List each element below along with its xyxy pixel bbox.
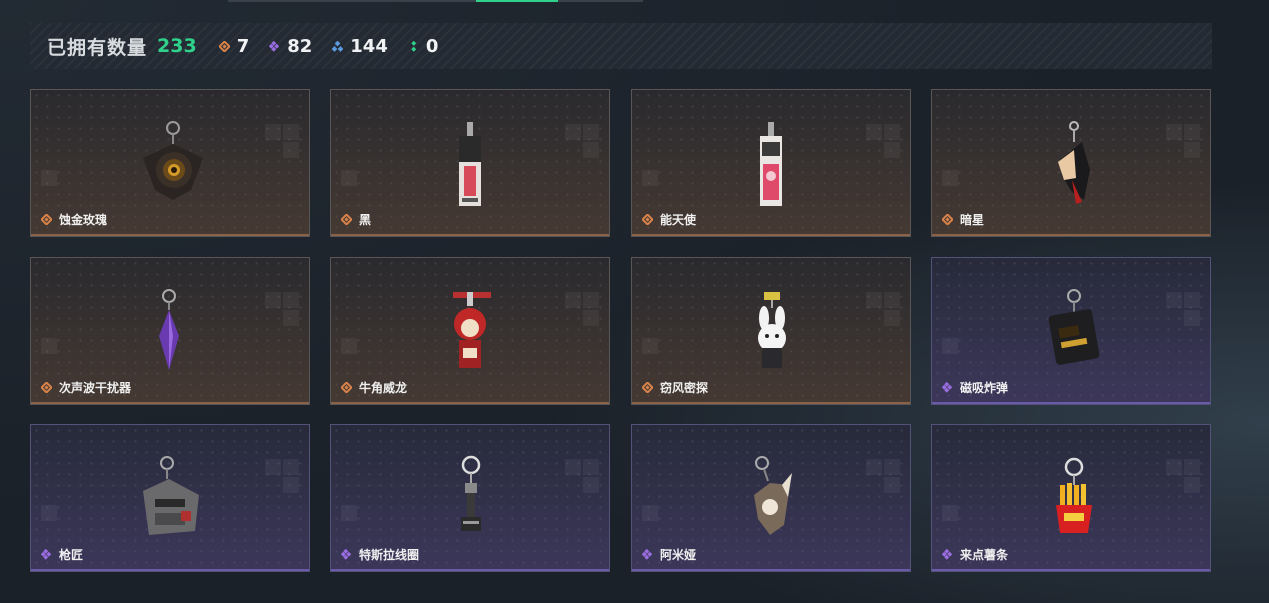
orange-diamond-icon xyxy=(341,382,352,393)
item-card[interactable]: 来点薯条 xyxy=(931,424,1211,572)
orange-diamond-icon xyxy=(642,214,653,225)
stat-green: 0 xyxy=(408,35,439,57)
item-name: 枪匠 xyxy=(59,548,84,562)
item-label: 黑 xyxy=(341,211,371,228)
red-tag-charm-icon xyxy=(760,122,782,206)
item-name: 磁吸炸弹 xyxy=(960,381,1009,395)
item-card[interactable]: 蚀金玫瑰 xyxy=(30,89,310,237)
item-label: 来点薯条 xyxy=(942,546,1008,563)
green-dots-icon xyxy=(411,40,417,52)
collection-stats-bar: 已拥有数量 233 7 82 144 0 xyxy=(30,23,1212,69)
dark-star-charm-icon xyxy=(1058,121,1090,204)
stat-blue: 144 xyxy=(332,36,388,57)
fries-charm-icon xyxy=(1056,457,1092,533)
item-card[interactable]: 阿米娅 xyxy=(631,424,911,572)
bunny-agent-charm-icon xyxy=(758,292,786,368)
item-name: 牛角威龙 xyxy=(359,381,408,395)
item-label: 次声波干扰器 xyxy=(41,379,131,396)
item-card[interactable]: 牛角威龙 xyxy=(330,257,610,405)
purple-diamond-icon xyxy=(341,549,352,560)
item-label: 阿米娅 xyxy=(642,546,696,563)
stat-blue-value: 144 xyxy=(350,35,388,57)
gunsmith-charm-icon xyxy=(143,456,199,535)
top-tab-indicator-track xyxy=(228,0,643,2)
item-name: 阿米娅 xyxy=(660,548,697,562)
purple-diamond-icon xyxy=(942,549,953,560)
owned-count: 233 xyxy=(157,35,197,57)
purple-diamond-icon xyxy=(642,549,653,560)
item-card[interactable]: 窃风密探 xyxy=(631,257,911,405)
purple-diamond-icon xyxy=(942,382,953,393)
item-name: 能天使 xyxy=(660,213,697,227)
item-card[interactable]: 能天使 xyxy=(631,89,911,237)
orange-diamond-icon xyxy=(341,214,352,225)
amiya-charm-icon xyxy=(754,456,792,535)
item-name: 来点薯条 xyxy=(960,548,1009,562)
item-label: 枪匠 xyxy=(41,546,83,563)
item-name: 特斯拉线圈 xyxy=(359,548,420,562)
item-card[interactable]: 磁吸炸弹 xyxy=(931,257,1211,405)
purple-diamond-icon xyxy=(269,40,280,52)
item-name: 次声波干扰器 xyxy=(59,381,132,395)
item-card[interactable]: 暗星 xyxy=(931,89,1211,237)
owned-label: 已拥有数量 xyxy=(47,36,148,59)
item-name: 窃风密探 xyxy=(660,381,709,395)
item-label: 窃风密探 xyxy=(642,379,708,396)
item-label: 特斯拉线圈 xyxy=(341,546,419,563)
item-label: 磁吸炸弹 xyxy=(942,379,1008,396)
item-label: 牛角威龙 xyxy=(341,379,407,396)
item-name: 蚀金玫瑰 xyxy=(59,213,108,227)
orange-diamond-icon xyxy=(41,214,52,225)
stat-green-value: 0 xyxy=(425,35,439,57)
stat-purple-value: 82 xyxy=(287,35,313,57)
item-card[interactable]: 特斯拉线圈 xyxy=(330,424,610,572)
magnetic-bomb-charm-icon xyxy=(1048,289,1100,365)
rose-charm-icon xyxy=(143,121,203,200)
item-label: 蚀金玫瑰 xyxy=(41,211,107,228)
stat-orange-value: 7 xyxy=(236,35,250,57)
stat-purple: 82 xyxy=(269,36,312,57)
orange-diamond-icon xyxy=(41,382,52,393)
item-name: 暗星 xyxy=(960,213,985,227)
item-card[interactable]: 次声波干扰器 xyxy=(30,257,310,405)
tesla-coil-charm-icon xyxy=(461,455,481,531)
item-card[interactable]: 枪匠 xyxy=(30,424,310,572)
purple-diamond-icon xyxy=(41,549,52,560)
active-tab-indicator xyxy=(476,0,558,2)
orange-diamond-icon xyxy=(218,40,230,52)
crystal-charm-icon xyxy=(159,289,179,370)
stat-orange: 7 xyxy=(218,35,250,57)
orange-diamond-icon xyxy=(642,382,653,393)
black-tag-charm-icon xyxy=(459,122,481,206)
horned-dragon-charm-icon xyxy=(453,292,491,368)
item-label: 能天使 xyxy=(642,211,696,228)
item-label: 暗星 xyxy=(942,211,984,228)
item-card[interactable]: 黑 xyxy=(330,89,610,237)
orange-diamond-icon xyxy=(942,214,953,225)
blue-diamond-icon xyxy=(332,40,344,52)
item-name: 黑 xyxy=(359,213,372,227)
